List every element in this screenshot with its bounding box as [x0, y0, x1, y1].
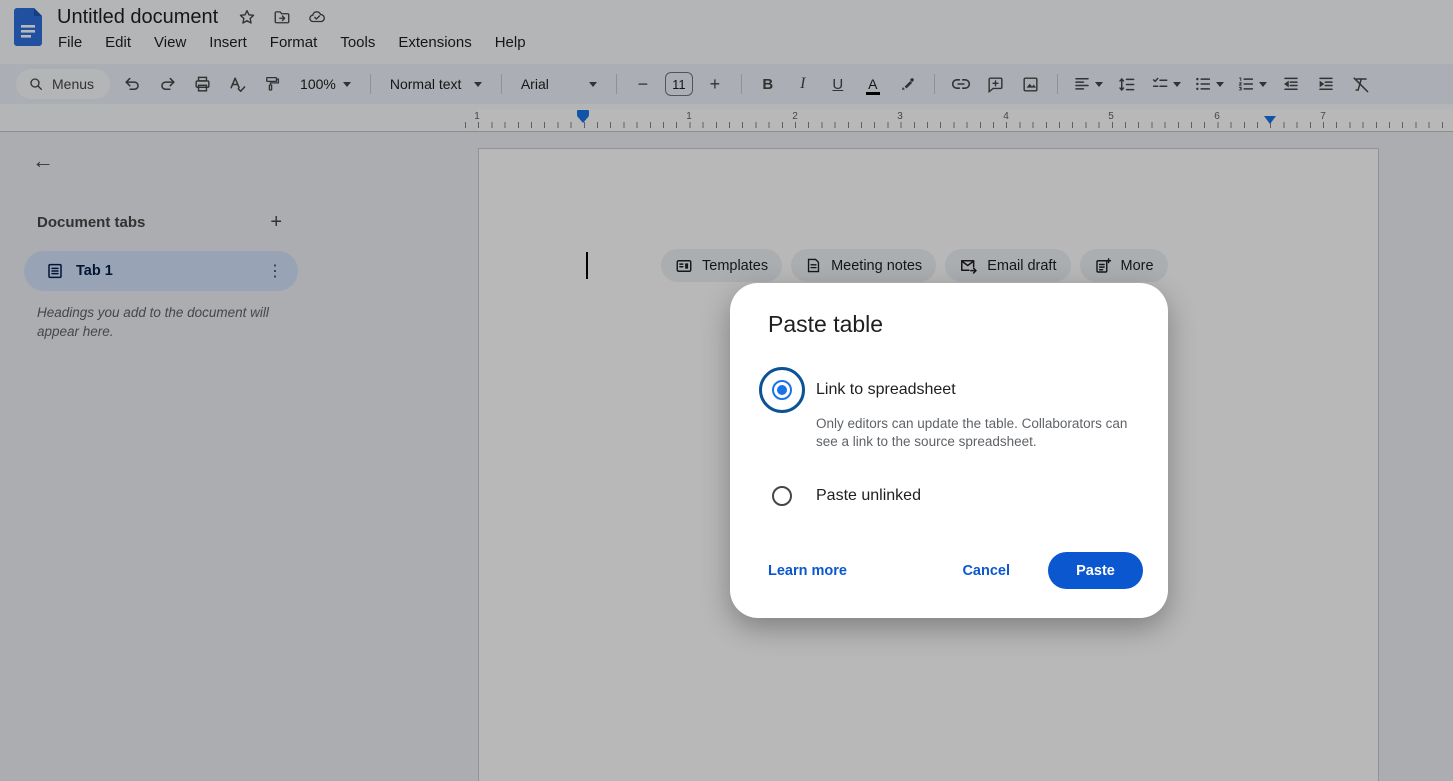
radio-selected-icon	[772, 380, 792, 400]
radio-link-to-spreadsheet[interactable]	[759, 367, 805, 413]
paste-button[interactable]: Paste	[1048, 552, 1143, 589]
paste-table-dialog: Paste table Link to spreadsheet Only edi…	[730, 283, 1168, 618]
cancel-button[interactable]: Cancel	[962, 563, 1010, 579]
dialog-title: Paste table	[768, 311, 883, 338]
option-link-description: Only editors can update the table. Colla…	[816, 415, 1138, 451]
radio-paste-unlinked[interactable]	[772, 486, 792, 506]
modal-scrim[interactable]	[0, 0, 1453, 781]
google-docs-window: Untitled document	[0, 0, 1453, 781]
option-unlinked-label[interactable]: Paste unlinked	[816, 487, 921, 505]
learn-more-link[interactable]: Learn more	[768, 563, 847, 579]
option-link-label[interactable]: Link to spreadsheet	[816, 381, 956, 399]
